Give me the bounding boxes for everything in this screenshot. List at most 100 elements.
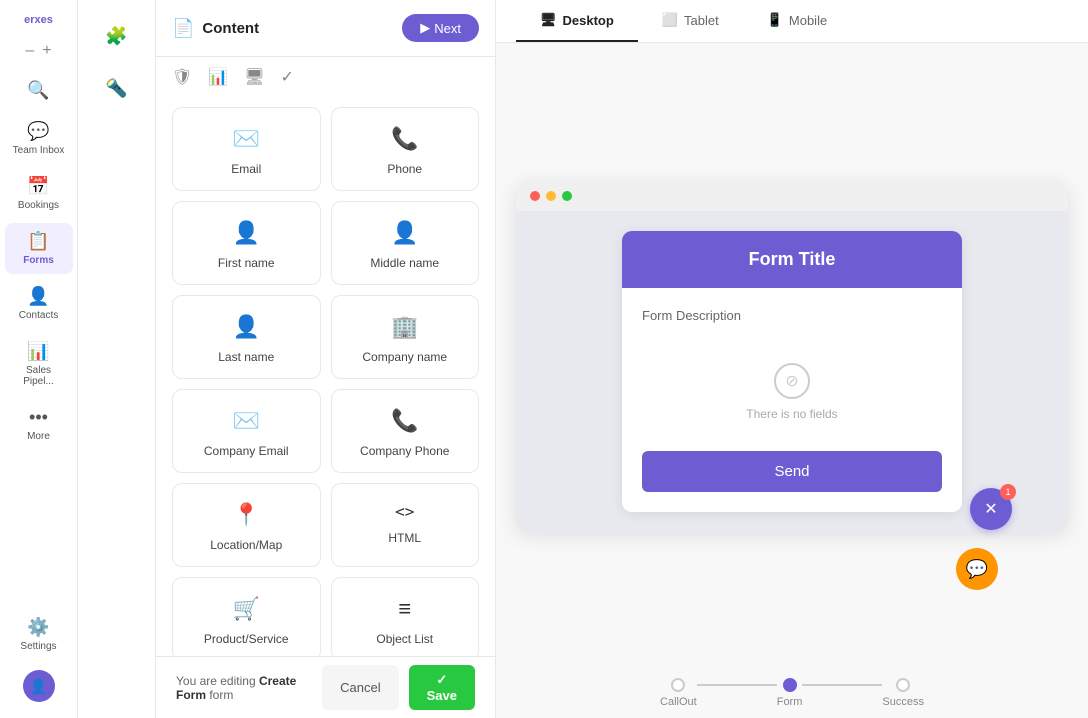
avatar[interactable]: 👤: [23, 670, 55, 702]
phone-icon: 📞: [391, 408, 418, 434]
field-card-product-service[interactable]: 🛒 Product/Service: [172, 577, 321, 656]
step-success[interactable]: Success: [882, 678, 924, 708]
content-title: Content: [202, 20, 259, 37]
monitor-icon[interactable]: 🖥: [244, 67, 264, 87]
browser-dot-green: [562, 191, 572, 201]
form-no-fields: ⊘ There is no fields: [642, 343, 942, 441]
field-label: Company Phone: [360, 444, 449, 458]
lamp-icon[interactable]: 🔦: [97, 68, 137, 108]
search-icon: 🔍: [27, 80, 49, 101]
field-label: Email: [231, 162, 261, 176]
person-icon: 👤: [233, 220, 260, 246]
pipeline-icon: 📊: [27, 341, 49, 362]
puzzle-icon[interactable]: 🧩: [97, 16, 137, 56]
browser-dot-yellow: [546, 191, 556, 201]
sidebar-item-label: More: [27, 431, 50, 442]
sidebar-item-label: Bookings: [18, 200, 59, 211]
no-fields-icon: ⊘: [774, 363, 810, 399]
bottom-actions: Cancel ✓ Save: [322, 665, 475, 710]
phone-icon: 📞: [391, 126, 418, 152]
sidebar-item-more[interactable]: ••• More: [5, 399, 73, 450]
check-icon[interactable]: ✓: [281, 67, 294, 87]
mobile-icon: 📱: [767, 12, 783, 28]
tab-mobile[interactable]: 📱 Mobile: [743, 0, 851, 42]
zoom-in-icon[interactable]: +: [42, 42, 51, 60]
step-callout[interactable]: CallOut: [660, 678, 697, 708]
tab-tablet[interactable]: ⬜ Tablet: [638, 0, 743, 42]
content-header: 📄 Content ▶ Next: [156, 0, 495, 57]
location-icon: 📍: [233, 502, 260, 528]
step-label-success: Success: [882, 696, 924, 708]
field-label: Phone: [387, 162, 422, 176]
tool-panel: 🧩 🔦: [78, 0, 156, 718]
browser-bar: [516, 181, 1068, 211]
field-card-location-map[interactable]: 📍 Location/Map: [172, 483, 321, 567]
form-body: Form Description ⊘ There is no fields Se…: [622, 288, 962, 512]
progress-steps: CallOut Form Success: [496, 670, 1088, 718]
sidebar-item-settings[interactable]: ⚙️ Settings: [5, 609, 73, 660]
form-title: Form Title: [622, 231, 962, 288]
content-title-row: 📄 Content: [172, 18, 259, 39]
bottom-bar: You are editing Create Form form Cancel …: [156, 656, 495, 718]
cancel-button[interactable]: Cancel: [322, 665, 398, 710]
step-dot-callout: [671, 678, 685, 692]
sidebar-item-search[interactable]: 🔍: [5, 72, 73, 109]
sidebar-item-label: Settings: [20, 641, 56, 652]
sidebar-item-contacts[interactable]: 👤 Contacts: [5, 278, 73, 329]
sidebar-item-label: Sales Pipel...: [11, 365, 67, 387]
step-dot-success: [896, 678, 910, 692]
next-arrow-icon: ▶: [420, 20, 430, 36]
field-label: HTML: [388, 531, 421, 545]
step-label-form: Form: [777, 696, 803, 708]
sidebar-item-forms[interactable]: 📋 Forms: [5, 223, 73, 274]
content-icon: 📄: [172, 18, 194, 39]
field-card-object-list[interactable]: ≡ Object List: [331, 577, 480, 656]
chat-icon: 💬: [966, 559, 988, 580]
step-connector: [802, 684, 882, 686]
sidebar-item-team-inbox[interactable]: 💬 Team Inbox: [5, 113, 73, 164]
tab-desktop[interactable]: 🖥 Desktop: [516, 0, 638, 42]
preview-panel: 🖥 Desktop ⬜ Tablet 📱 Mobile: [496, 0, 1088, 718]
sidebar-item-label: Contacts: [19, 310, 58, 321]
save-check-icon: ✓: [436, 672, 447, 687]
field-card-last-name[interactable]: 👤 Last name: [172, 295, 321, 379]
field-card-middle-name[interactable]: 👤 Middle name: [331, 201, 480, 285]
bar-chart-icon[interactable]: 📊: [208, 67, 228, 87]
x-button-wrapper: ✕ 1: [1010, 548, 1052, 590]
sidebar-item-bookings[interactable]: 📅 Bookings: [5, 168, 73, 219]
next-button[interactable]: ▶ Next: [402, 14, 479, 42]
forms-icon: 📋: [27, 231, 49, 252]
inbox-icon: 💬: [27, 121, 49, 142]
field-label: Location/Map: [210, 538, 282, 552]
browser-dot-red: [530, 191, 540, 201]
field-card-phone[interactable]: 📞 Phone: [331, 107, 480, 191]
x-button[interactable]: ✕ 1: [970, 488, 1012, 530]
chat-widget[interactable]: 💬: [956, 548, 998, 590]
save-button[interactable]: ✓ Save: [409, 665, 475, 710]
sidebar-item-sales-pipeline[interactable]: 📊 Sales Pipel...: [5, 333, 73, 395]
step-dot-form: [783, 678, 797, 692]
field-label: Middle name: [370, 256, 439, 270]
badge: 1: [1000, 484, 1016, 500]
step-form[interactable]: Form: [777, 678, 803, 708]
field-card-html[interactable]: <> HTML: [331, 483, 480, 567]
sidebar: erxes – + 🔍 💬 Team Inbox 📅 Bookings 📋 Fo…: [0, 0, 78, 718]
field-label: Object List: [376, 632, 433, 646]
email-icon: ✉️: [233, 126, 260, 152]
tablet-icon: ⬜: [662, 12, 678, 28]
browser-body: Form Title Form Description ⊘ There is n…: [516, 211, 1068, 532]
field-card-company-email[interactable]: ✉️ Company Email: [172, 389, 321, 473]
field-card-company-phone[interactable]: 📞 Company Phone: [331, 389, 480, 473]
field-card-first-name[interactable]: 👤 First name: [172, 201, 321, 285]
toolbar: 🛡 📊 🖥 ✓: [156, 57, 495, 97]
field-card-company-name[interactable]: 🏢 Company name: [331, 295, 480, 379]
form-card: Form Title Form Description ⊘ There is n…: [622, 231, 962, 512]
zoom-out-icon[interactable]: –: [25, 42, 34, 60]
field-label: Last name: [218, 350, 274, 364]
bookings-icon: 📅: [27, 176, 49, 197]
shield-icon[interactable]: 🛡: [172, 67, 192, 87]
form-send-button[interactable]: Send: [642, 451, 942, 492]
field-label: Company Email: [204, 444, 289, 458]
field-card-email[interactable]: ✉️ Email: [172, 107, 321, 191]
preview-tabs: 🖥 Desktop ⬜ Tablet 📱 Mobile: [496, 0, 1088, 43]
